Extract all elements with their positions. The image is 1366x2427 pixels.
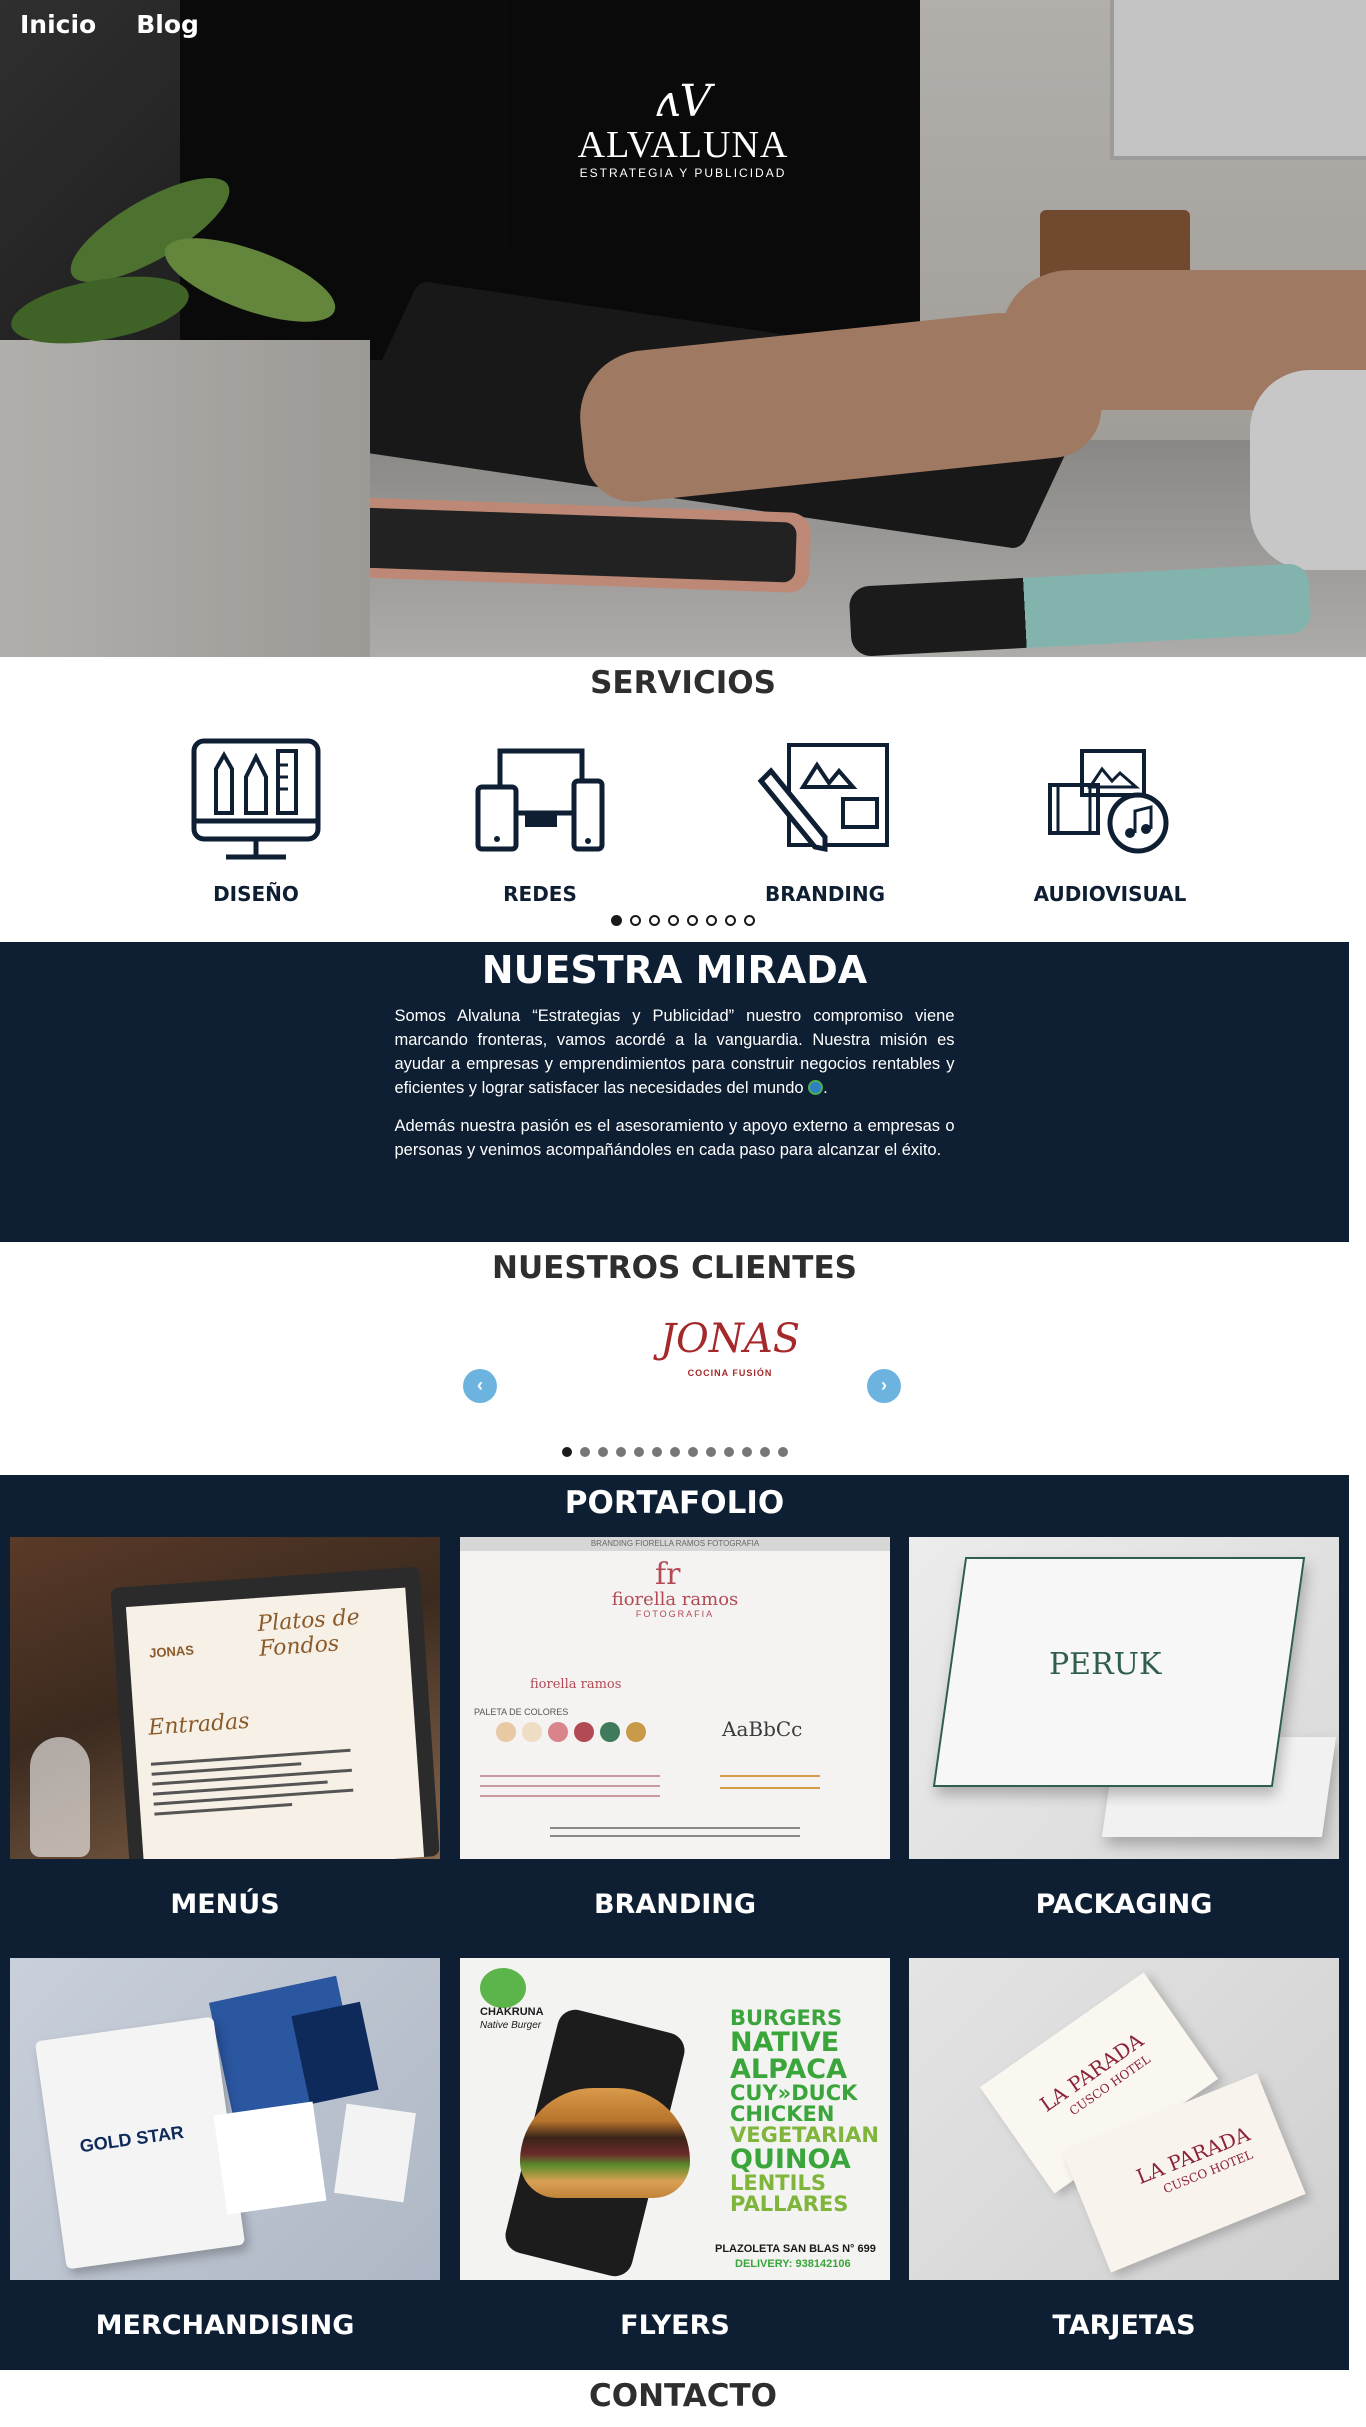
carousel-dot[interactable] [630, 915, 641, 926]
carousel-dot[interactable] [597, 1447, 608, 1457]
service-item-diseno[interactable]: DISEÑO [156, 737, 356, 906]
design-tools-monitor-icon [191, 738, 321, 860]
about-section: NUESTRA MIRADA Somos Alvaluna “Estrategi… [0, 942, 1349, 1242]
clients-section: NUESTROS CLIENTES JONAS COCINA FUSIÓN ‹ … [0, 1242, 1349, 1475]
carousel-dot[interactable] [759, 1447, 770, 1457]
service-label: DISEÑO [213, 882, 299, 906]
portfolio-image-merchandising: GOLD STAR [10, 1958, 440, 2280]
portfolio-card-packaging[interactable]: PERUK PACKAGING [909, 1537, 1339, 1920]
logo-tagline: ESTRATEGIA Y PUBLICIDAD [579, 166, 787, 180]
carousel-dot[interactable] [561, 1447, 572, 1457]
about-title: NUESTRA MIRADA [481, 948, 868, 992]
carousel-dot[interactable] [777, 1447, 788, 1457]
carousel-next-button[interactable]: › [867, 1369, 901, 1403]
client-logo-sub: COCINA FUSIÓN [687, 1368, 773, 1378]
flyer-word: PALLARES [730, 2192, 849, 2216]
flyer-word: NATIVE [730, 2027, 840, 2058]
flyer-menu-words: BURGERS NATIVE ALPACA CUY»DUCK CHICKEN VEGETA… [730, 2008, 879, 2215]
service-item-audiovisual[interactable]: AUDIOVISUAL [1010, 737, 1210, 906]
carousel-dot[interactable] [651, 1447, 662, 1457]
service-label: REDES [503, 882, 577, 906]
flyer-word: CHICKEN [730, 2102, 835, 2126]
portfolio-label: MENÚS [170, 1889, 280, 1920]
portfolio-title: PORTAFOLIO [564, 1485, 785, 1521]
carousel-dot[interactable] [669, 1447, 680, 1457]
logo-mark: ʌV [654, 76, 712, 127]
flyer-word: BURGERS [730, 2006, 843, 2030]
services-carousel: DISEÑO REDES BRANDING AUDIOVISUAL [0, 737, 1366, 906]
services-title: SERVICIOS [590, 665, 776, 701]
contact-section: CONTACTO [0, 2370, 1366, 2427]
carousel-dot[interactable] [741, 1447, 752, 1457]
carousel-dot[interactable] [687, 1447, 698, 1457]
portfolio-card-menus[interactable]: JONAS Platos de Fondos Entradas MENÚS [10, 1537, 440, 1920]
globe-icon [808, 1080, 824, 1095]
client-logo-name: JONAS [660, 1316, 801, 1362]
main-nav: Inicio Blog [20, 10, 199, 39]
flyer-word: CUY»DUCK [730, 2081, 858, 2105]
portfolio-label: FLYERS [620, 2310, 730, 2341]
hero-banner: Inicio Blog ʌV ALVALUNA ESTRATEGIA Y PUB… [0, 0, 1366, 657]
portfolio-label: PACKAGING [1035, 1889, 1213, 1920]
carousel-dot[interactable] [668, 915, 679, 926]
film-music-icon [1048, 749, 1169, 854]
portfolio-section: PORTAFOLIO JONAS Platos de Fondos Entrad… [0, 1475, 1349, 2370]
service-label: AUDIOVISUAL [1033, 882, 1187, 906]
services-section: SERVICIOS DISEÑO REDES BRANDING AUDIOVIS… [0, 657, 1366, 942]
portfolio-card-tarjetas[interactable]: LA PARADA CUSCO HOTEL LA PARADA CUSCO HO… [909, 1958, 1339, 2341]
flyer-word: LENTILS [730, 2171, 826, 2195]
portfolio-image-menus: JONAS Platos de Fondos Entradas [10, 1537, 440, 1859]
carousel-dot[interactable] [649, 915, 660, 926]
portfolio-image-tarjetas: LA PARADA CUSCO HOTEL LA PARADA CUSCO HO… [909, 1958, 1339, 2280]
carousel-dot[interactable] [744, 915, 755, 926]
nav-link-blog[interactable]: Blog [136, 10, 199, 39]
carousel-dot[interactable] [706, 915, 717, 926]
flyer-word: VEGETARIAN [730, 2123, 879, 2147]
portfolio-label: MERCHANDISING [95, 2310, 355, 2341]
portfolio-card-branding[interactable]: BRANDING FIORELLA RAMOS FOTOGRAFIA fr fi… [460, 1537, 890, 1920]
logo-name: ALVALUNA [577, 124, 789, 166]
contact-title: CONTACTO [588, 2378, 778, 2414]
about-paragraph-1: Somos Alvaluna “Estrategias y Publicidad… [394, 1007, 955, 1097]
carousel-prev-button[interactable]: ‹ [463, 1369, 497, 1403]
nav-link-inicio[interactable]: Inicio [20, 10, 96, 39]
clients-carousel-dots [0, 1447, 1349, 1457]
carousel-dot[interactable] [579, 1447, 590, 1457]
carousel-dot[interactable] [611, 915, 622, 926]
carousel-dot[interactable] [705, 1447, 716, 1457]
devices-icon [475, 748, 605, 852]
portfolio-card-flyers[interactable]: CHAKRUNA Native Burger BURGERS NATIVE ALPA… [460, 1958, 890, 2341]
carousel-dot[interactable] [725, 915, 736, 926]
clients-title: NUESTROS CLIENTES [492, 1250, 857, 1286]
service-label: BRANDING [764, 882, 886, 906]
brand-logo[interactable]: ʌV ALVALUNA ESTRATEGIA Y PUBLICIDAD [533, 76, 833, 181]
portfolio-image-packaging: PERUK [909, 1537, 1339, 1859]
service-item-branding[interactable]: BRANDING [725, 737, 925, 906]
client-logo-jonas[interactable]: JONAS COCINA FUSIÓN [660, 1310, 800, 1390]
carousel-dot[interactable] [687, 915, 698, 926]
service-item-redes[interactable]: REDES [440, 737, 640, 906]
portfolio-label: TARJETAS [1052, 2310, 1196, 2341]
flyer-word: QUINOA [730, 2144, 851, 2175]
services-carousel-dots [0, 915, 1366, 926]
portfolio-image-branding: BRANDING FIORELLA RAMOS FOTOGRAFIA fr fi… [460, 1537, 890, 1859]
flyer-word: ALPACA [730, 2054, 848, 2085]
portfolio-image-flyers: CHAKRUNA Native Burger BURGERS NATIVE ALPA… [460, 1958, 890, 2280]
portfolio-card-merchandising[interactable]: GOLD STAR MERCHANDISING [10, 1958, 440, 2341]
portfolio-label: BRANDING [593, 1889, 757, 1920]
branding-pencil-icon [757, 743, 889, 853]
carousel-dot[interactable] [633, 1447, 644, 1457]
about-paragraph-2: Además nuestra pasión es el asesoramient… [394, 1117, 955, 1159]
carousel-dot[interactable] [723, 1447, 734, 1457]
carousel-dot[interactable] [615, 1447, 626, 1457]
